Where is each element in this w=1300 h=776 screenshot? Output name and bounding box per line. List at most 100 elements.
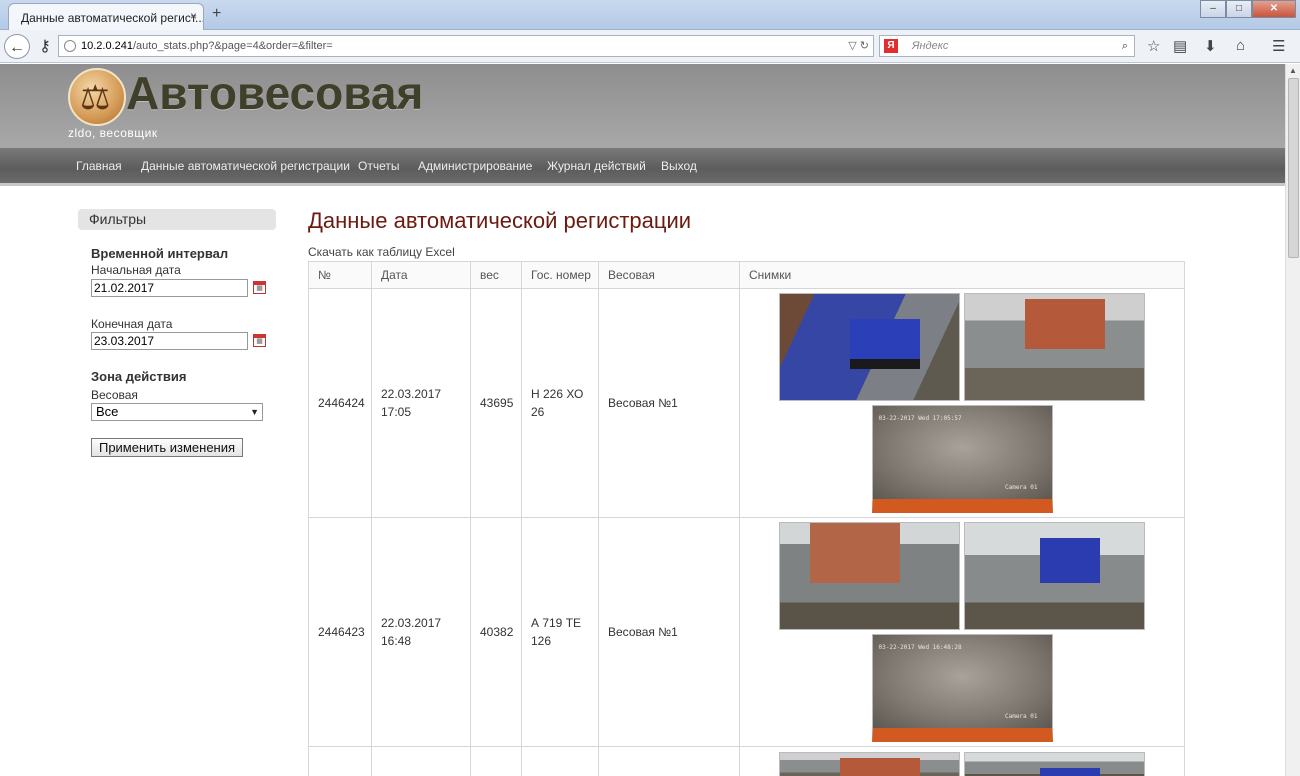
filters-title: Фильтры — [78, 209, 276, 230]
registrations-table: № Дата вес Гос. номер Весовая Снимки 244… — [308, 261, 1185, 776]
camera-label: Camera 01 — [1004, 484, 1038, 491]
snapshot-image[interactable] — [779, 293, 960, 401]
download-icon[interactable]: ⬇ — [1204, 37, 1217, 55]
snapshot-image[interactable] — [964, 522, 1145, 630]
url-path: /auto_stats.php?&page=4&order=&filter= — [133, 40, 333, 52]
window-controls: – □ ✕ — [1200, 0, 1296, 18]
record-date-time: 17:05 — [381, 405, 412, 419]
new-tab-button[interactable]: + — [212, 5, 221, 23]
column-header[interactable]: Весовая — [598, 261, 740, 289]
record-scale — [598, 746, 740, 776]
record-plate-number: Н 226 ХО — [531, 387, 584, 401]
record-date: 22.03.2017 17:05 — [371, 288, 471, 518]
site-title: Автовесовая — [126, 67, 424, 119]
excel-download-link[interactable]: Скачать как таблицу Excel — [308, 245, 455, 259]
globe-icon — [64, 40, 76, 52]
start-date-field[interactable] — [91, 279, 248, 297]
snapshot-image[interactable] — [779, 751, 960, 776]
url-host: 10.2.0.241 — [81, 40, 133, 52]
main-menu: Главная Данные автоматической регистраци… — [0, 148, 1285, 186]
browser-tab-bar: Данные автоматической регист... × + – □ … — [0, 0, 1300, 30]
camera-timestamp: 03-22-2017 Wed 16:48:28 — [878, 644, 962, 651]
page-viewport: ⚖ Автовесовая zldo, весовщик Главная Дан… — [0, 64, 1285, 776]
table-row — [308, 746, 1185, 776]
column-header[interactable]: Дата — [371, 261, 471, 289]
maximize-button[interactable]: □ — [1226, 0, 1252, 18]
calendar-icon[interactable]: ▦ — [253, 334, 266, 347]
chevron-down-icon: ▼ — [250, 407, 259, 417]
menu-item-auto-data[interactable]: Данные автоматической регистрации — [141, 159, 350, 173]
interval-heading: Временной интервал — [91, 246, 229, 261]
page-scrollbar[interactable]: ▲ — [1285, 64, 1300, 776]
current-user: zldo, весовщик — [68, 126, 158, 140]
record-plate-region: 26 — [531, 405, 545, 419]
site-header: ⚖ Автовесовая zldo, весовщик — [0, 64, 1285, 148]
table-row: 2446424 22.03.2017 17:05 43695 Н 226 ХО 26… — [308, 288, 1185, 518]
reload-icon[interactable]: ▽ ↻ — [848, 36, 869, 56]
record-weight: 40382 — [470, 517, 522, 747]
record-plate: Н 226 ХО 26 — [521, 288, 599, 518]
menu-item-home[interactable]: Главная — [76, 159, 122, 173]
menu-icon[interactable]: ☰ — [1272, 37, 1285, 55]
browser-tab[interactable]: Данные автоматической регист... × — [8, 3, 204, 30]
bookmarks-list-icon[interactable]: ▤ — [1173, 37, 1187, 55]
bookmark-star-icon[interactable]: ☆ — [1147, 37, 1160, 55]
menu-item-admin[interactable]: Администрирование — [418, 159, 532, 173]
address-bar[interactable]: 10.2.0.241/auto_stats.php?&page=4&order=… — [58, 35, 874, 57]
record-weight — [470, 746, 522, 776]
close-window-button[interactable]: ✕ — [1252, 0, 1296, 18]
menu-item-logout[interactable]: Выход — [661, 159, 697, 173]
snapshot-image[interactable] — [964, 293, 1145, 401]
search-placeholder: Яндекс — [912, 40, 949, 52]
record-weight: 43695 — [470, 288, 522, 518]
record-id — [308, 746, 372, 776]
page-title: Данные автоматической регистрации — [308, 208, 692, 233]
record-date-time: 16:48 — [381, 634, 412, 648]
record-plate — [521, 746, 599, 776]
start-date-label: Начальная дата — [91, 263, 181, 277]
yandex-icon: Я — [884, 39, 898, 53]
end-date-field[interactable] — [91, 332, 248, 350]
home-icon[interactable]: ⌂ — [1236, 37, 1245, 54]
calendar-icon[interactable]: ▦ — [253, 281, 266, 294]
record-id: 2446424 — [308, 288, 372, 518]
record-date: 22.03.2017 16:48 — [371, 517, 471, 747]
minimize-button[interactable]: – — [1200, 0, 1226, 18]
column-header: Снимки — [739, 261, 1185, 289]
key-icon[interactable]: ⚷ — [32, 34, 58, 59]
end-date-label: Конечная дата — [91, 317, 173, 331]
snapshot-image[interactable] — [964, 751, 1145, 776]
menu-item-action-log[interactable]: Журнал действий — [547, 159, 646, 173]
record-date-day: 22.03.2017 — [381, 387, 442, 401]
snapshot-image[interactable]: 03-22-2017 Wed 17:05:57 Camera 01 — [871, 405, 1053, 513]
back-arrow-icon[interactable]: ← — [4, 34, 30, 59]
table-header-row: № Дата вес Гос. номер Весовая Снимки — [308, 261, 1185, 289]
column-header[interactable]: вес — [470, 261, 522, 289]
browser-navbar: ← ⚷ 10.2.0.241/auto_stats.php?&page=4&or… — [0, 30, 1300, 63]
close-tab-icon[interactable]: × — [190, 9, 197, 23]
apply-button[interactable]: Применить изменения — [91, 438, 243, 457]
camera-timestamp: 03-22-2017 Wed 17:05:57 — [878, 415, 962, 422]
zone-heading: Зона действия — [91, 369, 187, 384]
record-photos: 03-22-2017 Wed 16:48:28 Camera 01 — [739, 517, 1185, 747]
table-row: 2446423 22.03.2017 16:48 40382 А 719 ТЕ 12… — [308, 517, 1185, 747]
record-photos — [739, 746, 1185, 776]
column-header[interactable]: № — [308, 261, 372, 289]
snapshot-image[interactable]: 03-22-2017 Wed 16:48:28 Camera 01 — [871, 634, 1053, 742]
record-plate-region: 126 — [531, 634, 552, 648]
scroll-up-icon[interactable]: ▲ — [1289, 66, 1297, 75]
scale-select[interactable]: Все ▼ — [91, 403, 263, 421]
record-id: 2446423 — [308, 517, 372, 747]
scrollbar-thumb[interactable] — [1288, 78, 1299, 258]
menu-item-reports[interactable]: Отчеты — [358, 159, 399, 173]
record-date-day: 22.03.2017 — [381, 616, 442, 630]
browser-tab-title: Данные автоматической регист... — [21, 11, 204, 25]
camera-label: Camera 01 — [1004, 713, 1038, 720]
column-header[interactable]: Гос. номер — [521, 261, 599, 289]
record-scale: Весовая №1 — [598, 517, 740, 747]
search-input[interactable]: Я Яндекс ⌕ — [879, 35, 1135, 57]
scale-label: Весовая — [91, 388, 138, 402]
snapshot-image[interactable] — [779, 522, 960, 630]
record-plate: А 719 ТЕ 126 — [521, 517, 599, 747]
search-icon[interactable]: ⌕ — [1122, 36, 1128, 56]
